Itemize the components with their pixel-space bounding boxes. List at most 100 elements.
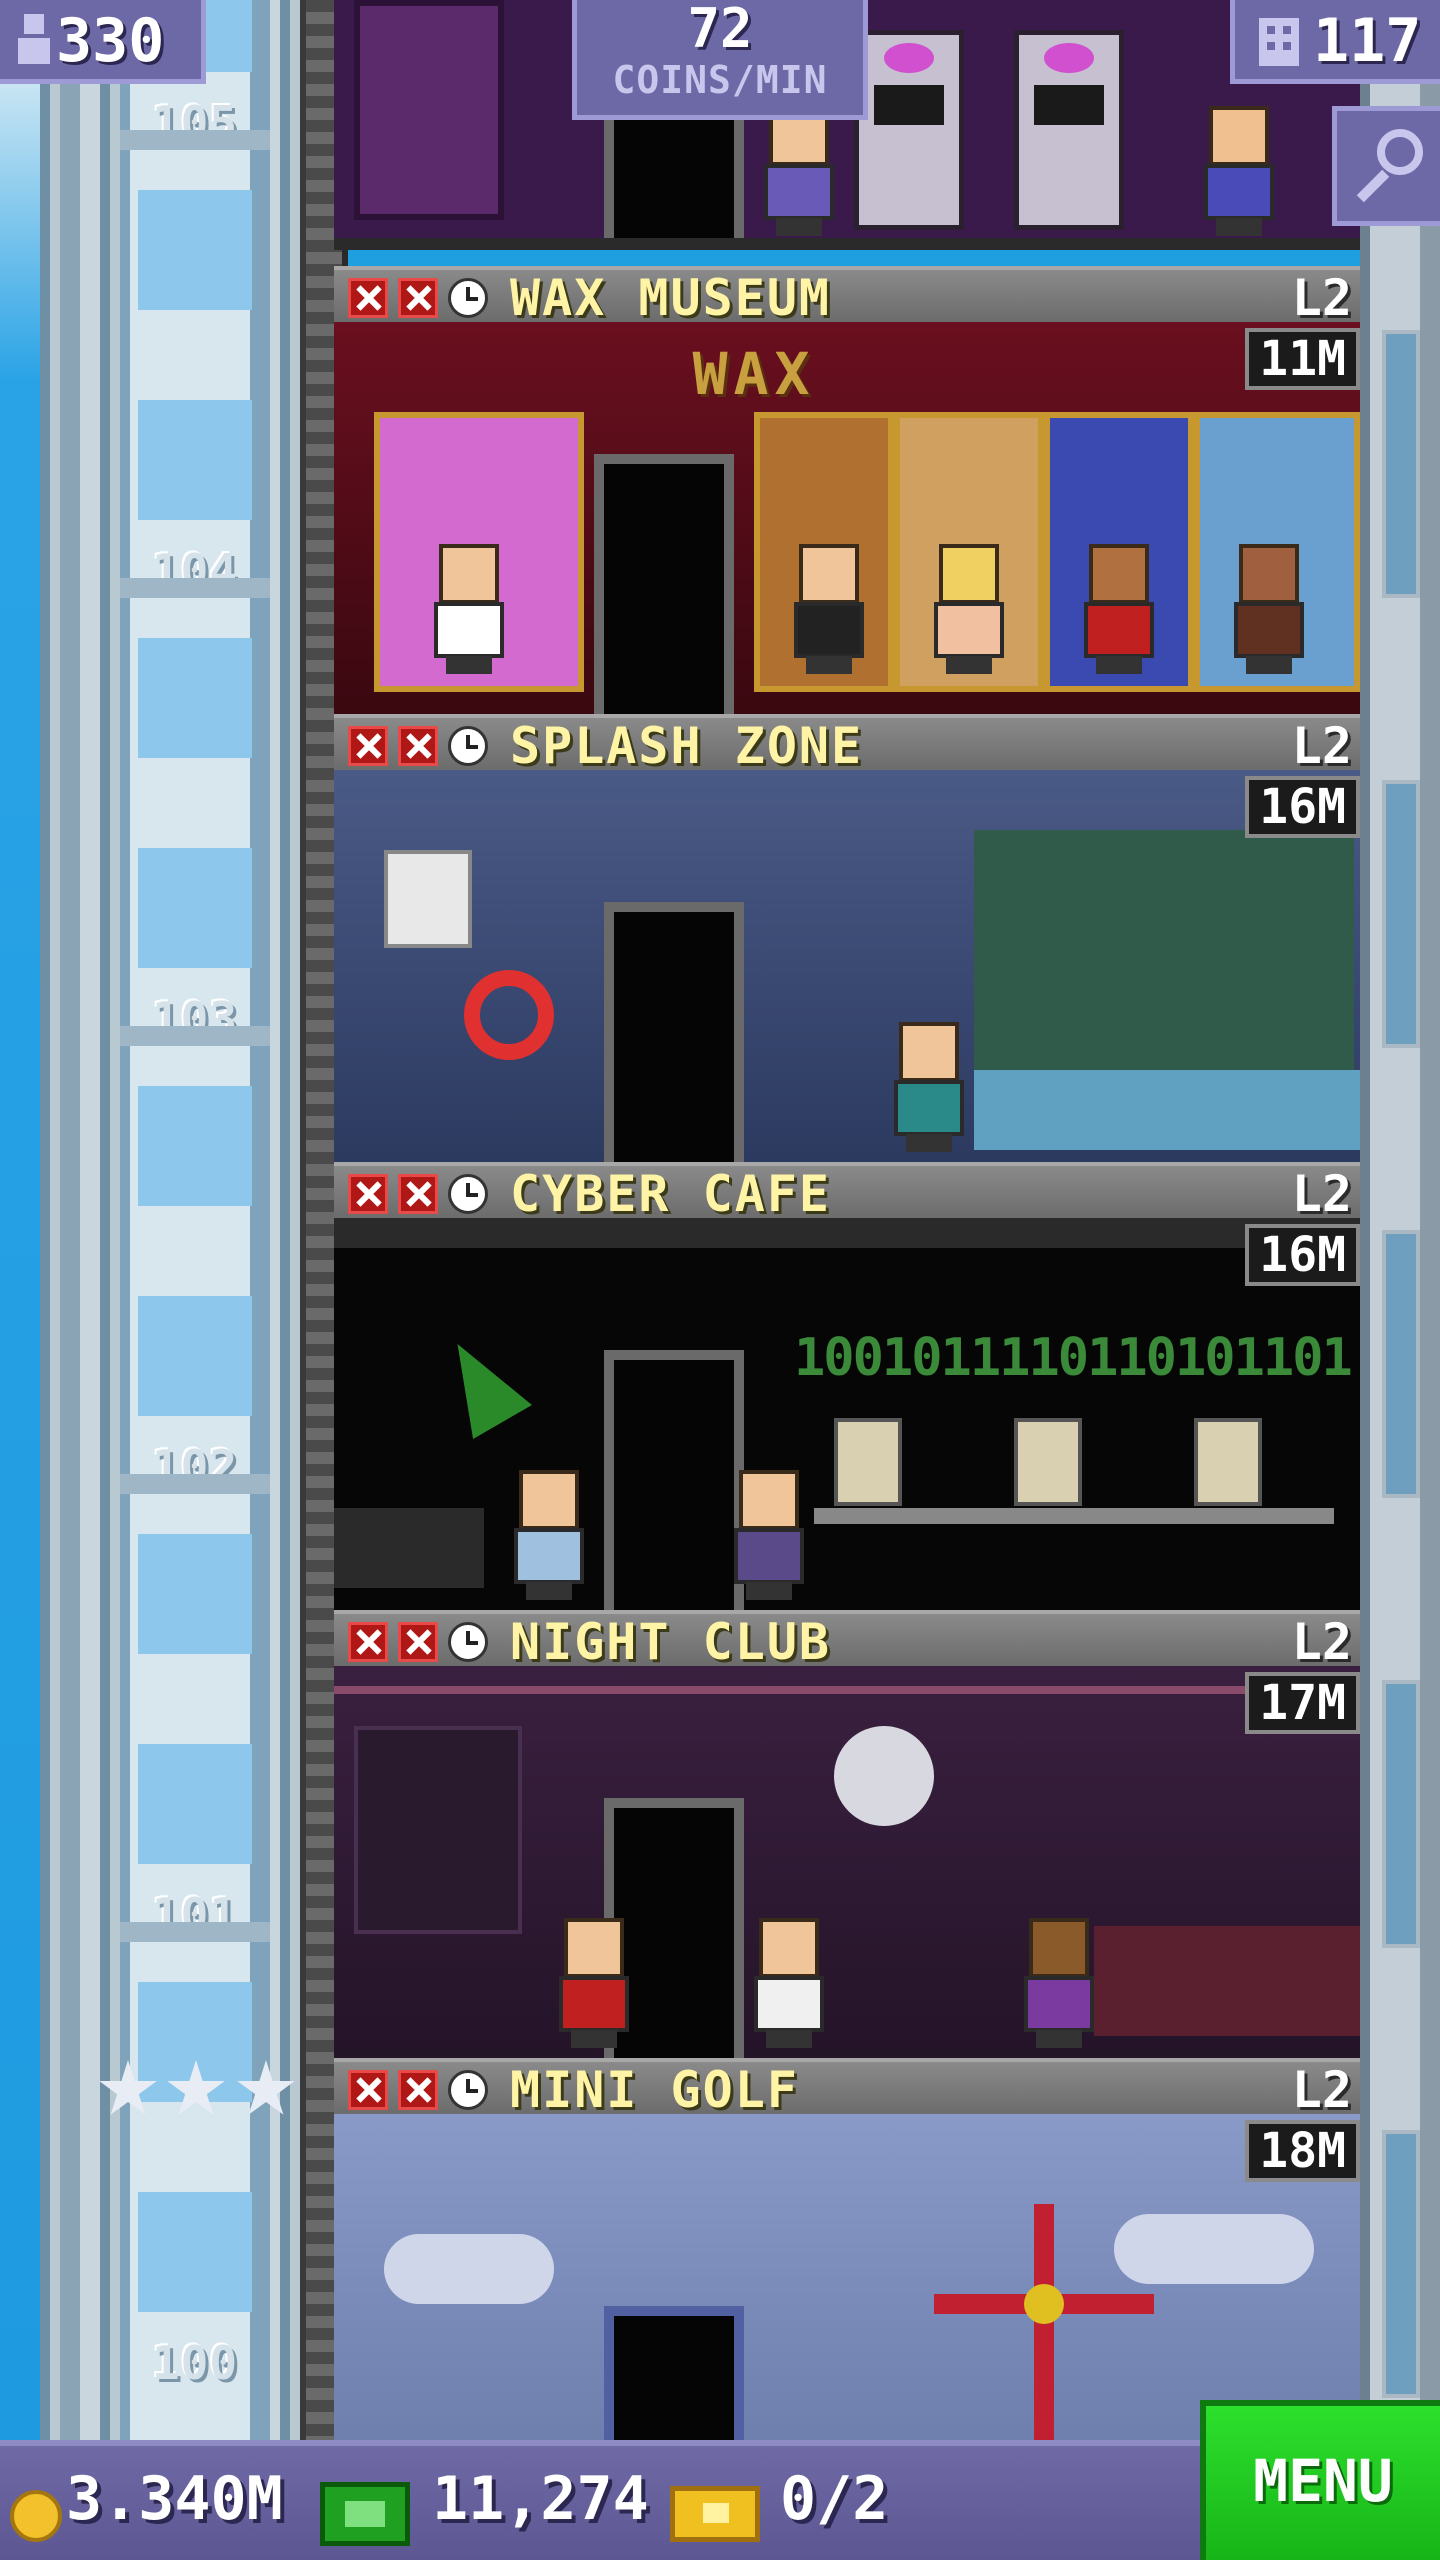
wax-sign: WAX xyxy=(692,340,816,408)
floor-level: L2 xyxy=(1291,717,1352,775)
floor-door xyxy=(604,1350,744,1610)
wax-figure xyxy=(1234,544,1304,674)
stock-badge: 18M xyxy=(1245,2120,1360,2182)
tickets-value: 0/2 xyxy=(780,2464,889,2534)
menu-button[interactable]: MENU xyxy=(1200,2400,1440,2560)
visitor-person[interactable] xyxy=(1204,106,1274,236)
floor-level: L2 xyxy=(1291,2061,1352,2119)
floor-count-value: 117 xyxy=(1313,6,1422,76)
bux-value: 11,274 xyxy=(432,2464,649,2534)
bar-shelf xyxy=(354,1726,522,1934)
windmill-hub xyxy=(1024,2284,1064,2324)
floor-count-counter[interactable]: 117 xyxy=(1230,0,1440,84)
x-mark-icon xyxy=(348,1622,388,1662)
visitor-person[interactable] xyxy=(894,1022,964,1152)
cloud-decor xyxy=(384,2234,554,2304)
floor-night-club[interactable]: NIGHT CLUB L2 17M xyxy=(334,1610,1360,2058)
visitor-person[interactable] xyxy=(734,1470,804,1600)
wax-figure xyxy=(794,544,864,674)
stock-badge: 17M xyxy=(1245,1672,1360,1734)
clock-icon xyxy=(448,726,488,766)
cloud-decor xyxy=(1114,2214,1314,2284)
visitor-person[interactable] xyxy=(514,1470,584,1600)
x-mark-icon xyxy=(398,2070,438,2110)
clock-icon xyxy=(448,1622,488,1662)
wax-figure xyxy=(1084,544,1154,674)
notice-board xyxy=(384,850,472,948)
shaft-segment: 101 xyxy=(120,1474,270,1942)
population-value: 330 xyxy=(56,6,165,76)
wax-figure xyxy=(934,544,1004,674)
shaft-segment: 102 xyxy=(120,1026,270,1494)
counter xyxy=(334,1508,484,1588)
coin-icon xyxy=(10,2490,62,2542)
floor-level: L2 xyxy=(1291,1613,1352,1671)
floor-wax-museum[interactable]: WAX MUSEUM L2 WAX 11M xyxy=(334,266,1360,714)
floor-header[interactable]: MINI GOLF L2 xyxy=(334,2058,1360,2119)
floor-header[interactable]: WAX MUSEUM L2 xyxy=(334,266,1360,327)
stock-badge: 11M xyxy=(1245,328,1360,390)
floor-splash-zone[interactable]: SPLASH ZONE L2 16M xyxy=(334,714,1360,1162)
x-mark-icon xyxy=(348,1174,388,1214)
floor-name: WAX MUSEUM xyxy=(510,269,832,327)
tower-right-wall xyxy=(1360,0,1440,2440)
x-mark-icon xyxy=(398,1174,438,1214)
coins-value: 3.340M xyxy=(66,2464,283,2534)
floor-level: L2 xyxy=(1291,269,1352,327)
x-mark-icon xyxy=(398,726,438,766)
floor-room: WAX xyxy=(334,322,1360,714)
floor-header[interactable]: NIGHT CLUB L2 xyxy=(334,1610,1360,1671)
computer-desks xyxy=(814,1418,1334,1588)
bux-icon xyxy=(320,2482,410,2546)
floor-header[interactable]: CYBER CAFE L2 xyxy=(334,1162,1360,1223)
person-icon xyxy=(18,14,50,64)
cursor-decor xyxy=(428,1327,532,1439)
neon-stripe xyxy=(334,1686,1360,1694)
floor-header[interactable]: SPLASH ZONE L2 xyxy=(334,714,1360,775)
floor-name: SPLASH ZONE xyxy=(510,717,864,775)
slot-machine xyxy=(854,30,964,230)
pool-water xyxy=(974,1070,1360,1150)
x-mark-icon xyxy=(398,1622,438,1662)
shaft-segment: 100 xyxy=(120,1922,270,2390)
x-mark-icon xyxy=(348,2070,388,2110)
ceiling xyxy=(334,1218,1360,1248)
wax-figure xyxy=(434,544,504,674)
lounge-seats xyxy=(1094,1926,1360,2036)
clock-icon xyxy=(448,1174,488,1214)
floor-cyber-cafe[interactable]: CYBER CAFE L2 1001011110110101101011 16M xyxy=(334,1162,1360,1610)
floor-room xyxy=(334,770,1360,1162)
floor-decor xyxy=(354,0,504,220)
binary-display: 1001011110110101101011 xyxy=(794,1328,1354,1388)
floor-name: MINI GOLF xyxy=(510,2061,799,2119)
population-counter[interactable]: 330 xyxy=(0,0,206,84)
floor-room: 1001011110110101101011 xyxy=(334,1218,1360,1610)
floor-door xyxy=(604,902,744,1162)
x-mark-icon xyxy=(398,278,438,318)
x-mark-icon xyxy=(348,278,388,318)
ticket-icon xyxy=(670,2486,760,2542)
shaft-segment: 104 xyxy=(120,130,270,598)
floor-room xyxy=(334,1666,1360,2058)
life-ring xyxy=(464,970,554,1060)
floor-number: 100 xyxy=(151,2336,239,2390)
coins-per-min-value: 72 xyxy=(687,0,753,60)
floor-door xyxy=(594,454,734,714)
visitor-person[interactable] xyxy=(559,1918,629,2048)
x-mark-icon xyxy=(348,726,388,766)
building-icon xyxy=(1259,18,1299,66)
clock-icon xyxy=(448,2070,488,2110)
stock-badge: 16M xyxy=(1245,1224,1360,1286)
visitor-person[interactable] xyxy=(764,106,834,236)
floor-level: L2 xyxy=(1291,1165,1352,1223)
disco-ball xyxy=(834,1726,934,1826)
visitor-person[interactable] xyxy=(1024,1918,1094,2048)
search-button[interactable] xyxy=(1332,106,1440,226)
clock-icon xyxy=(448,278,488,318)
stock-badge: 16M xyxy=(1245,776,1360,838)
coins-per-min-label: COINS/MIN xyxy=(612,58,828,102)
floor-name: NIGHT CLUB xyxy=(510,1613,832,1671)
visitor-person[interactable] xyxy=(754,1918,824,2048)
shaft-segment: 103 xyxy=(120,578,270,1046)
slot-machine xyxy=(1014,30,1124,230)
